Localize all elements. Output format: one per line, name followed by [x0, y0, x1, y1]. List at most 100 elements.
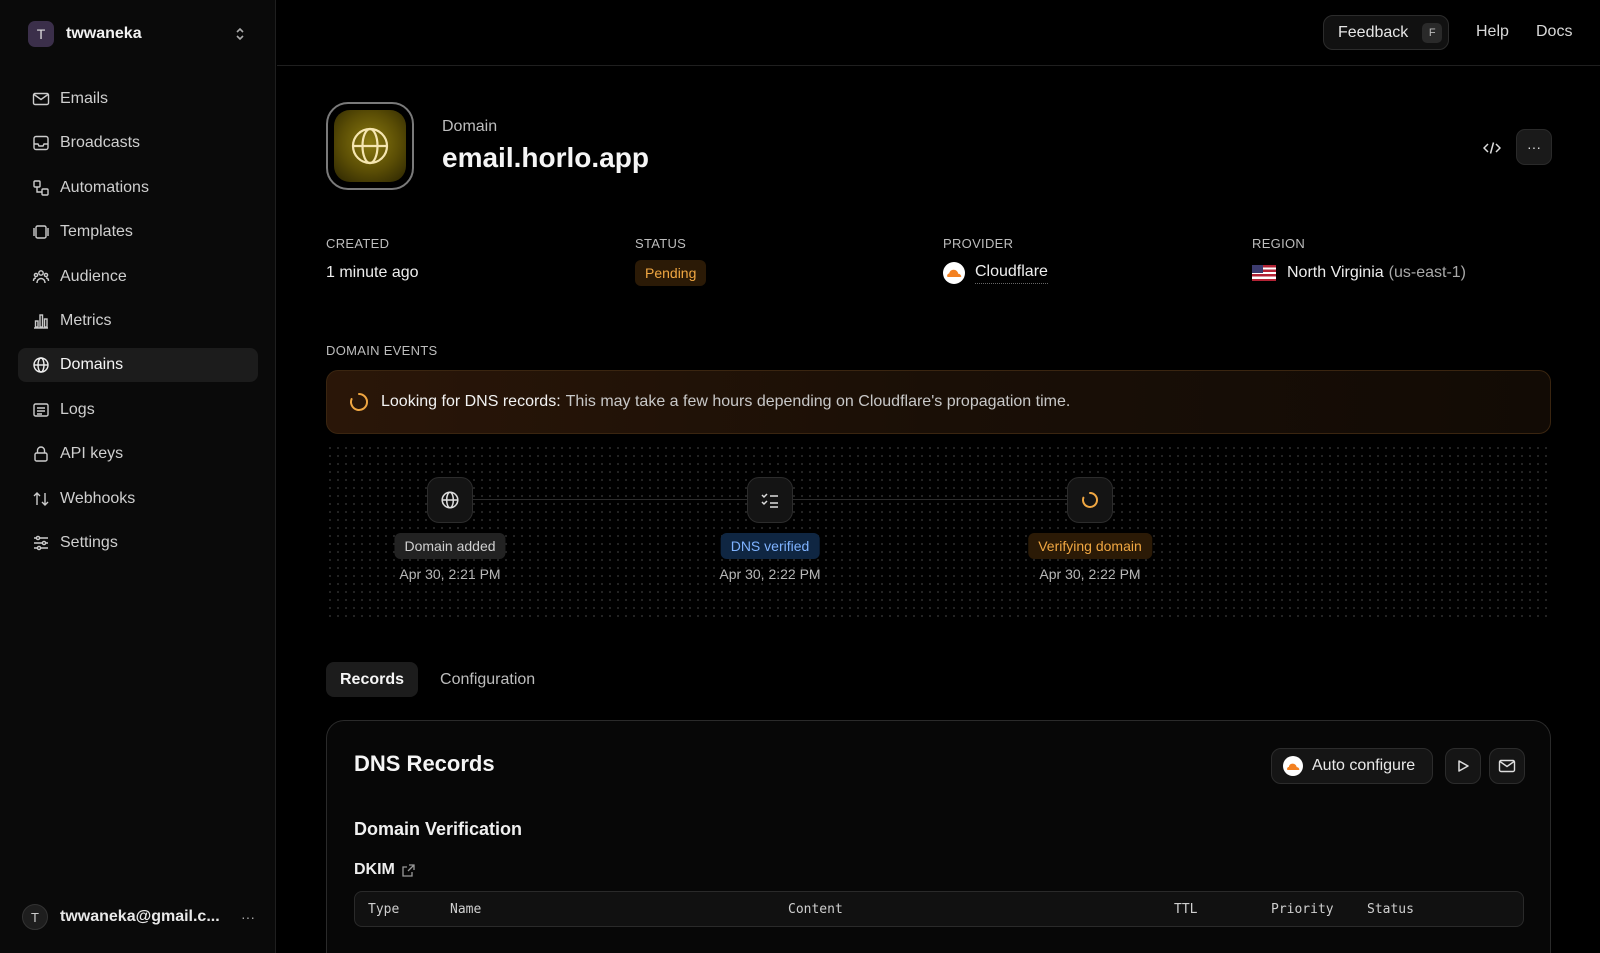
column-header-content: Content — [788, 902, 843, 917]
topbar: Feedback F Help Docs — [277, 0, 1600, 66]
timeline-badge: Verifying domain — [1028, 533, 1152, 559]
timeline-time: Apr 30, 2:22 PM — [1039, 566, 1141, 582]
docs-link[interactable]: Docs — [1536, 23, 1572, 41]
region-label: REGION — [1252, 236, 1306, 251]
globe-icon — [32, 356, 50, 374]
sidebar-item-emails[interactable]: Emails — [18, 82, 258, 116]
user-menu[interactable]: T twwaneka@gmail.c... ··· — [22, 903, 258, 931]
provider[interactable]: Cloudflare — [943, 262, 1048, 284]
timeline-node-domain-added — [427, 477, 473, 523]
dns-alert: Looking for DNS records: This may take a… — [326, 370, 1551, 434]
sidebar-item-label: Broadcasts — [60, 134, 141, 152]
column-header-ttl: TTL — [1174, 902, 1198, 917]
timeline-badge: Domain added — [394, 533, 506, 559]
code-icon[interactable] — [1480, 136, 1504, 160]
play-icon — [1458, 760, 1469, 772]
mail-icon — [1498, 759, 1516, 773]
workspace-avatar: T — [28, 21, 54, 47]
auto-configure-label: Auto configure — [1312, 757, 1416, 774]
logs-icon — [32, 401, 50, 419]
sidebar-nav: Emails Broadcasts Automations Templates … — [18, 82, 258, 570]
sidebar-item-logs[interactable]: Logs — [18, 393, 258, 427]
region-code: (us-east-1) — [1388, 264, 1466, 281]
sidebar-item-label: Logs — [60, 400, 95, 418]
region-name: North Virginia — [1287, 264, 1384, 281]
sidebar-item-label: Settings — [60, 533, 118, 551]
chevron-up-down-icon — [230, 24, 250, 44]
sidebar-item-api-keys[interactable]: API keys — [18, 437, 258, 471]
column-header-name: Name — [450, 902, 482, 917]
avatar: T — [22, 904, 48, 930]
created-label: CREATED — [326, 236, 390, 251]
tab-records[interactable]: Records — [326, 662, 419, 697]
more-icon[interactable]: ··· — [238, 909, 258, 925]
sidebar-item-settings[interactable]: Settings — [18, 526, 258, 560]
tabs: Records Configuration — [326, 662, 557, 697]
page-title: email.horlo.app — [442, 142, 649, 173]
provider-label: PROVIDER — [943, 236, 1014, 251]
email-button[interactable] — [1489, 748, 1525, 784]
play-button[interactable] — [1445, 748, 1481, 784]
timeline-badge: DNS verified — [720, 533, 820, 559]
sidebar-item-broadcasts[interactable]: Broadcasts — [18, 126, 258, 160]
sidebar-item-label: Emails — [60, 90, 109, 107]
alert-message: This may take a few hours depending on C… — [565, 393, 1071, 410]
auto-configure-button[interactable]: Auto configure — [1271, 748, 1433, 784]
cloudflare-icon — [1283, 756, 1303, 776]
spinner-icon — [1082, 492, 1098, 508]
workspace-switcher[interactable]: T twwaneka — [18, 18, 258, 50]
timeline-time: Apr 30, 2:22 PM — [719, 566, 821, 582]
timeline-node-verifying-domain — [1067, 477, 1113, 523]
provider-name: Cloudflare — [975, 263, 1048, 284]
us-flag-icon — [1252, 265, 1276, 281]
sidebar-item-templates[interactable]: Templates — [18, 215, 258, 249]
sidebar-item-metrics[interactable]: Metrics — [18, 304, 258, 338]
section-title: Domain Verification — [354, 819, 523, 839]
globe-icon — [441, 491, 459, 509]
audience-icon — [32, 268, 50, 286]
records-table-header: Type Name Content TTL Priority Status — [354, 891, 1524, 927]
sidebar-item-label: Domains — [60, 356, 124, 374]
keyboard-shortcut-badge: F — [1422, 22, 1443, 43]
lock-icon — [32, 445, 50, 463]
sidebar: T twwaneka Emails Broadcasts Automations… — [0, 0, 276, 953]
sidebar-item-label: API keys — [60, 445, 124, 463]
timeline-time: Apr 30, 2:21 PM — [399, 566, 501, 582]
feedback-label: Feedback — [1338, 23, 1409, 41]
sidebar-item-label: Automations — [60, 178, 149, 196]
domain-label: Domain — [442, 118, 498, 135]
external-link-icon — [402, 863, 415, 877]
templates-icon — [32, 223, 50, 241]
dkim-heading[interactable]: DKIM — [354, 861, 416, 879]
sidebar-item-label: Metrics — [60, 311, 112, 329]
sidebar-item-label: Webhooks — [60, 489, 136, 507]
checklist-icon — [761, 493, 778, 508]
help-link[interactable]: Help — [1476, 23, 1509, 41]
globe-icon — [351, 127, 389, 165]
tab-configuration[interactable]: Configuration — [426, 662, 549, 697]
bar-chart-icon — [32, 312, 50, 330]
workspace-name: twwaneka — [66, 25, 142, 42]
dns-records-card: DNS Records Auto configure Domain Verifi… — [326, 720, 1551, 953]
column-header-type: Type — [368, 902, 400, 917]
cloudflare-icon — [943, 262, 965, 284]
status-badge: Pending — [635, 260, 707, 286]
timeline-node-dns-verified — [747, 477, 793, 523]
webhook-icon — [32, 490, 50, 508]
column-header-priority: Priority — [1271, 902, 1334, 917]
sidebar-item-label: Audience — [60, 267, 127, 285]
dkim-label: DKIM — [354, 861, 395, 878]
created-value: 1 minute ago — [326, 264, 419, 281]
sidebar-item-label: Templates — [60, 223, 133, 241]
more-options-button[interactable]: ··· — [1516, 129, 1552, 165]
feedback-button[interactable]: Feedback F — [1323, 15, 1449, 50]
sidebar-item-domains[interactable]: Domains — [18, 348, 258, 383]
sidebar-item-automations[interactable]: Automations — [18, 171, 258, 205]
sidebar-item-webhooks[interactable]: Webhooks — [18, 482, 258, 516]
column-header-status: Status — [1367, 902, 1414, 917]
user-email: twwaneka@gmail.c... — [60, 908, 220, 925]
status-label: STATUS — [635, 236, 687, 251]
spinner-icon — [350, 393, 368, 411]
sidebar-item-audience[interactable]: Audience — [18, 260, 258, 294]
domain-avatar — [326, 102, 414, 190]
